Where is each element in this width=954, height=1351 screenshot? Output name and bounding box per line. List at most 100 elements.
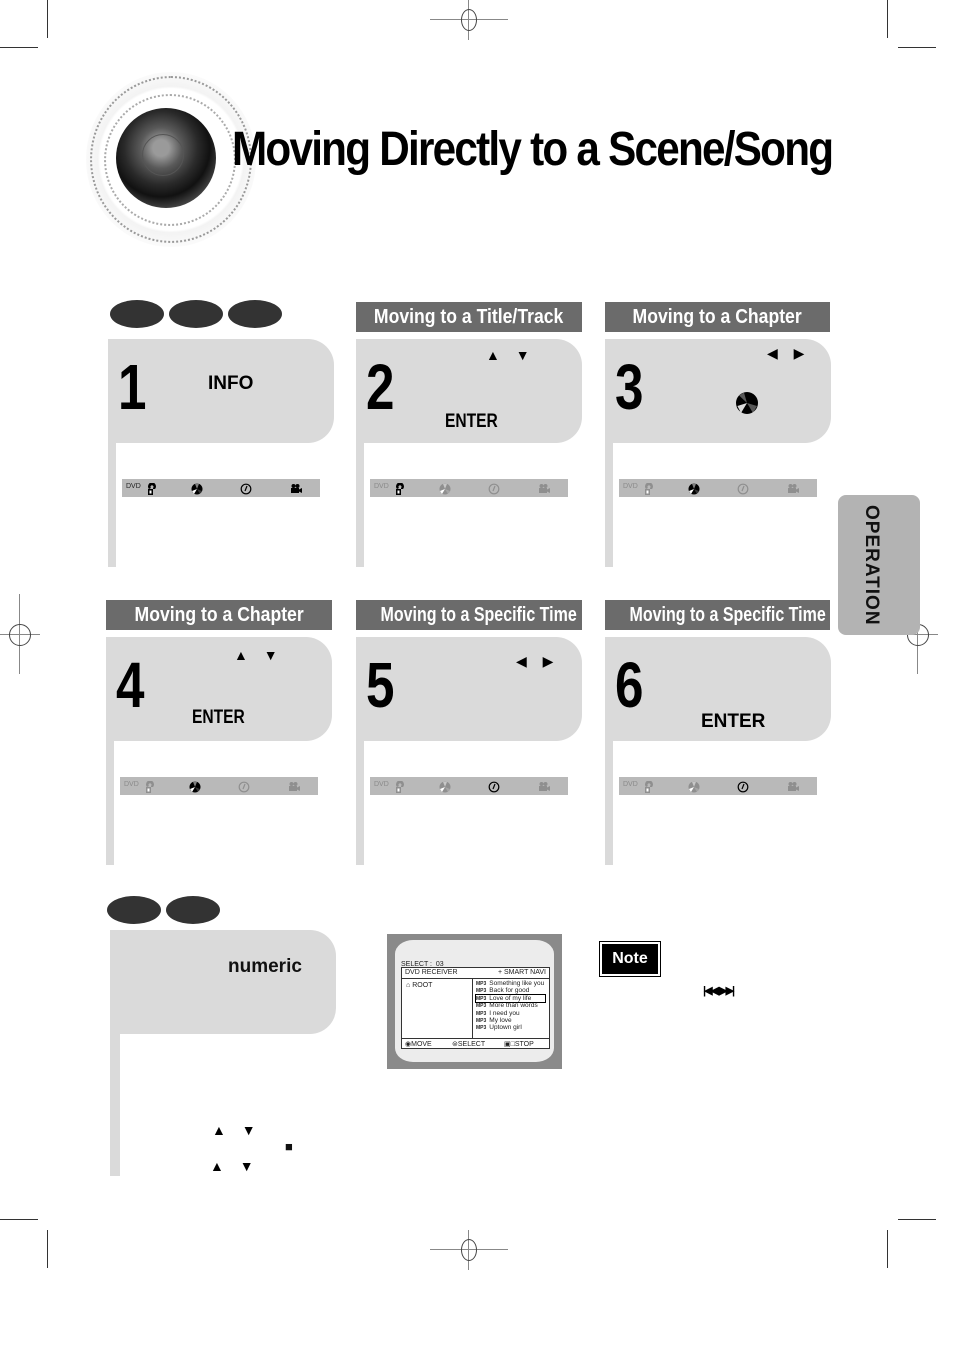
left-right-arrows-icon: ◀ ▶ — [516, 653, 560, 669]
disc-format-badge — [169, 300, 223, 328]
up-down-arrows-icon: ▲ ▼ — [234, 647, 284, 663]
chapter-disc-icon — [688, 482, 700, 495]
step-number: 3 — [615, 351, 644, 423]
registration-mark-bottom — [430, 1230, 508, 1270]
key-label-enter: ENTER — [445, 411, 498, 432]
title-icon — [146, 482, 158, 495]
smart-navi-label: + SMART NAVI — [497, 969, 546, 976]
clock-icon — [737, 780, 749, 793]
footer-stop: ▣□STOP — [504, 1041, 534, 1048]
section-header-title-track: Moving to a Title/Track — [356, 302, 582, 332]
camera-angle-icon — [538, 780, 550, 792]
chapter-disc-icon — [189, 780, 201, 793]
crop-mark — [887, 1230, 888, 1268]
song-list-item[interactable]: MP3 I need you — [476, 1010, 520, 1017]
step-number: 5 — [366, 649, 395, 721]
skip-forward-icon: ▶▶| — [719, 985, 735, 997]
disc-type-label: DVD — [126, 483, 141, 490]
song-list-item[interactable]: MP3 More than words — [476, 1002, 538, 1009]
on-screen-info-bar: DVD — [619, 479, 817, 497]
camera-angle-icon — [290, 482, 302, 494]
footer-move: ◉MOVE — [405, 1041, 432, 1048]
song-list-item[interactable]: MP3 My love — [476, 1017, 512, 1024]
on-screen-info-bar: DVD — [370, 777, 568, 795]
step-card-numeric: numeric — [110, 930, 336, 1034]
mp3-track-icon: MP3 — [476, 995, 487, 1002]
step-card-4: 4 ENTER ▲ ▼ DVD — [106, 637, 334, 867]
registration-mark-top — [430, 0, 508, 40]
up-down-arrows-icon: ▲ ▼ — [486, 347, 536, 363]
song-list-item[interactable]: MP3 Back for good — [476, 987, 529, 994]
camera-angle-icon — [538, 482, 550, 494]
on-screen-info-bar: DVD — [120, 777, 318, 795]
chapter-disc-icon — [439, 482, 451, 495]
step-card-5: 5 ◀ ▶ DVD — [356, 637, 584, 867]
title-icon — [394, 482, 406, 495]
camera-angle-icon — [288, 780, 300, 792]
disc-type-label: DVD — [124, 781, 139, 788]
section-header-chapter: Moving to a Chapter — [106, 600, 332, 630]
footer-select: ⊜SELECT — [452, 1041, 486, 1048]
crop-mark — [47, 1230, 48, 1268]
folder-root[interactable]: ⌂ ROOT — [406, 982, 432, 989]
file-browser-panel: DVD RECEIVER + SMART NAVI ⌂ ROOT MP3 Some… — [401, 967, 550, 1049]
disc-format-badge — [107, 896, 161, 924]
chapter-disc-icon — [439, 780, 451, 793]
step-card-stem — [356, 443, 364, 567]
speaker-graphic — [86, 72, 256, 247]
up-down-arrows-icon: ▲ ▼ — [212, 1122, 262, 1138]
crop-mark — [0, 1219, 38, 1220]
disc-type-label: DVD — [374, 781, 389, 788]
section-tab-operation: OPERATION — [838, 495, 920, 635]
section-header-specific-time: Moving to a Specific Time — [356, 600, 582, 630]
disc-format-badge — [228, 300, 282, 328]
step-number: 6 — [615, 649, 644, 721]
on-screen-info-bar: DVD — [619, 777, 817, 795]
title-icon — [643, 780, 655, 793]
clock-icon — [240, 482, 252, 495]
mp3-track-icon: MP3 — [476, 1025, 487, 1032]
key-label-enter: ENTER — [192, 707, 245, 728]
title-icon — [643, 482, 655, 495]
stop-icon: ■ — [285, 1139, 293, 1154]
section-header-specific-time: Moving to a Specific Time — [605, 600, 830, 630]
on-screen-info-bar: DVD — [122, 479, 320, 497]
crop-mark — [887, 0, 888, 38]
step-card-stem — [356, 741, 364, 865]
step-card-2: 2 ENTER ▲ ▼ DVD — [356, 339, 584, 569]
song-list-item[interactable]: MP3 Love of my life — [474, 993, 547, 1003]
song-list-item[interactable]: MP3 Uptown girl — [476, 1024, 522, 1031]
step-card-stem — [108, 443, 116, 567]
clock-icon — [737, 482, 749, 495]
section-header-chapter: Moving to a Chapter — [605, 302, 830, 332]
step-card-stem — [605, 741, 613, 865]
key-label-info: INFO — [208, 373, 254, 394]
song-list-item[interactable]: MP3 Something like you — [476, 980, 544, 987]
camera-angle-icon — [787, 780, 799, 792]
mp3-track-icon: MP3 — [476, 981, 487, 987]
on-screen-info-bar: DVD — [370, 479, 568, 497]
skip-buttons-icon: |◀◀ ▶▶| — [703, 984, 735, 997]
screen-display: SELECT : 03 DVD RECEIVER + SMART NAVI ⌂ … — [387, 934, 562, 1069]
clock-icon — [488, 482, 500, 495]
title-icon — [394, 780, 406, 793]
step-number: 2 — [366, 351, 395, 423]
crop-mark — [0, 47, 38, 48]
step-card-stem — [110, 1034, 120, 1176]
mp3-track-icon: MP3 — [476, 1018, 487, 1024]
step-card-stem — [106, 741, 114, 865]
left-right-arrows-icon: ◀ ▶ — [767, 345, 811, 361]
mp3-track-icon: MP3 — [476, 1010, 487, 1017]
step-card-1: 1 INFO DVD — [108, 339, 336, 569]
folder-icon: ⌂ — [406, 982, 411, 989]
disc-format-badge — [166, 896, 220, 924]
step-card-6: 6 ENTER DVD — [605, 637, 833, 867]
step-number: 1 — [118, 351, 147, 423]
disc-type-label: DVD — [623, 483, 638, 490]
clock-icon — [488, 780, 500, 793]
chapter-disc-icon — [191, 482, 203, 495]
step-number: 4 — [116, 649, 145, 721]
section-tab-label: OPERATION — [861, 505, 882, 626]
note-badge: Note — [599, 941, 661, 977]
mp3-track-icon: MP3 — [476, 1003, 487, 1010]
